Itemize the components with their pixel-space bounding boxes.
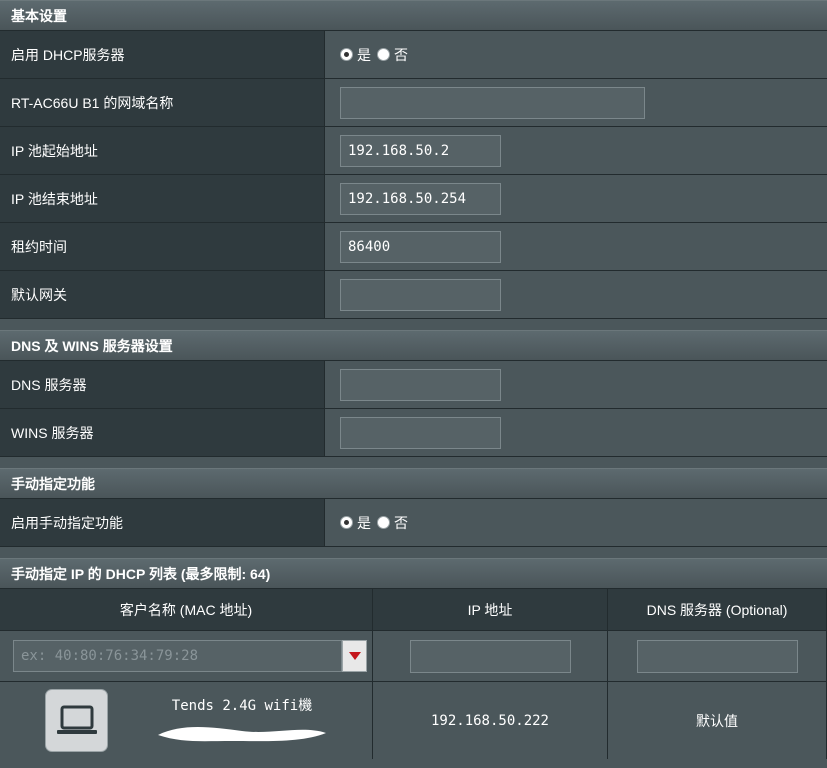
client-dns: 默认值	[608, 682, 827, 759]
dhcp-enable-yes[interactable]: 是	[340, 45, 371, 65]
section-dns-title: DNS 及 WINS 服务器设置	[0, 330, 827, 361]
section-basic-title: 基本设置	[0, 0, 827, 31]
radio-selected-icon[interactable]	[340, 516, 353, 529]
radio-unselected-icon[interactable]	[377, 48, 390, 61]
radio-unselected-icon[interactable]	[377, 516, 390, 529]
dns-server-input[interactable]	[340, 368, 501, 401]
row-default-gateway: 默认网关	[0, 271, 827, 319]
row-lease-time: 租约时间 86400	[0, 223, 827, 271]
pool-start-input[interactable]: 192.168.50.2	[340, 134, 501, 167]
manual-enable-label: 启用手动指定功能	[0, 499, 325, 546]
device-icon-button[interactable]	[45, 689, 108, 752]
row-pool-start: IP 池起始地址 192.168.50.2	[0, 127, 827, 175]
default-gateway-input[interactable]	[340, 278, 501, 311]
dhcp-list-add-row: ex: 40:80:76:34:79:28	[0, 631, 827, 682]
section-manual-title: 手动指定功能	[0, 468, 827, 499]
domain-name-input[interactable]	[340, 86, 645, 119]
mac-address-input[interactable]: ex: 40:80:76:34:79:28	[13, 640, 342, 672]
section-list-title: 手动指定 IP 的 DHCP 列表 (最多限制: 64)	[0, 558, 827, 589]
col-client-header: 客户名称 (MAC 地址)	[0, 589, 373, 630]
lease-time-input[interactable]: 86400	[340, 230, 501, 263]
pool-end-label: IP 池结束地址	[0, 175, 325, 222]
dns-optional-input[interactable]	[636, 639, 798, 673]
row-dns-server: DNS 服务器	[0, 361, 827, 409]
row-dhcp-enable: 启用 DHCP服务器 是 否	[0, 31, 827, 79]
col-dns-header: DNS 服务器 (Optional)	[608, 589, 827, 630]
pool-start-label: IP 池起始地址	[0, 127, 325, 174]
client-name: Tends 2.4G wifi機	[171, 697, 313, 714]
dhcp-enable-no[interactable]: 否	[377, 45, 408, 65]
domain-name-label: RT-AC66U B1 的网域名称	[0, 79, 325, 126]
pool-end-input[interactable]: 192.168.50.254	[340, 182, 501, 215]
triangle-down-icon	[348, 652, 361, 660]
lease-time-label: 租约时间	[0, 223, 325, 270]
laptop-icon	[56, 705, 97, 734]
row-wins-server: WINS 服务器	[0, 409, 827, 457]
table-row: Tends 2.4G wifi機 192.168.50.222 默认值	[0, 682, 827, 759]
ip-address-input[interactable]	[409, 639, 571, 673]
wins-server-input[interactable]	[340, 416, 501, 449]
dhcp-list-header: 客户名称 (MAC 地址) IP 地址 DNS 服务器 (Optional)	[0, 589, 827, 631]
manual-enable-no[interactable]: 否	[377, 513, 408, 533]
col-ip-header: IP 地址	[373, 589, 608, 630]
default-gateway-label: 默认网关	[0, 271, 325, 318]
mac-combobox[interactable]: ex: 40:80:76:34:79:28	[13, 640, 367, 672]
manual-enable-yes[interactable]: 是	[340, 513, 371, 533]
row-manual-enable: 启用手动指定功能 是 否	[0, 499, 827, 547]
wins-server-label: WINS 服务器	[0, 409, 325, 456]
dhcp-enable-label: 启用 DHCP服务器	[0, 31, 325, 78]
dhcp-settings-page: 基本设置 启用 DHCP服务器 是 否 RT-AC66U B1 的网域名称 IP…	[0, 0, 827, 768]
dns-server-label: DNS 服务器	[0, 361, 325, 408]
radio-selected-icon[interactable]	[340, 48, 353, 61]
redaction-scribble	[158, 726, 326, 741]
mac-dropdown-button[interactable]	[342, 640, 367, 672]
row-domain-name: RT-AC66U B1 的网域名称	[0, 79, 827, 127]
client-ip: 192.168.50.222	[373, 682, 608, 759]
row-pool-end: IP 池结束地址 192.168.50.254	[0, 175, 827, 223]
